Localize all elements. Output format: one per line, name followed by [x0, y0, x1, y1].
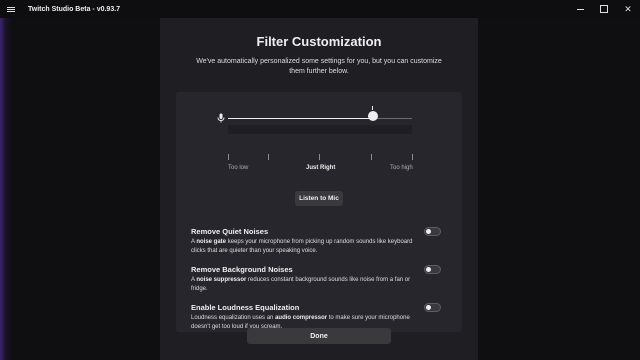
maximize-icon	[600, 5, 608, 13]
slider-tick	[228, 154, 229, 160]
slider-tick	[319, 154, 320, 160]
toggle-knob	[426, 305, 431, 310]
toggle-remove-background-noises[interactable]	[424, 265, 441, 274]
label-too-high: Too high	[390, 165, 413, 171]
slider-tick	[412, 154, 413, 160]
left-backdrop	[0, 18, 160, 360]
app-title: Twitch Studio Beta - v0.93.7	[28, 5, 121, 13]
title-bar: Twitch Studio Beta - v0.93.7 ✕	[0, 0, 640, 18]
option-remove-background-noises: Remove Background Noises A noise suppres…	[191, 265, 441, 294]
close-icon: ✕	[624, 3, 632, 14]
done-button[interactable]: Done	[247, 328, 391, 344]
option-title: Enable Loudness Equalization	[191, 303, 300, 312]
dialog-subtitle: We've automatically personalized some se…	[196, 58, 442, 75]
slider-tick	[268, 154, 269, 160]
option-description: A noise suppressor reduces constant back…	[191, 277, 411, 292]
toggle-knob	[426, 229, 431, 234]
microphone-icon	[217, 113, 225, 123]
window-controls: ✕	[568, 0, 640, 18]
slider-marker	[372, 106, 373, 110]
toggle-knob	[426, 267, 431, 272]
maximize-button[interactable]	[592, 0, 616, 18]
slider-band	[228, 125, 412, 134]
label-just-right: Just Right	[306, 165, 336, 171]
slider-thumb[interactable]	[368, 111, 379, 121]
settings-card: Too low Just Right Too high Listen to Mi…	[176, 92, 462, 332]
slider-fill	[228, 118, 374, 119]
mic-level-slider[interactable]	[228, 118, 412, 119]
minimize-icon	[576, 8, 584, 10]
option-remove-quiet-noises: Remove Quiet Noises A noise gate keeps y…	[191, 227, 441, 256]
option-description: A noise gate keeps your microphone from …	[191, 239, 413, 254]
label-too-low: Too low	[228, 165, 249, 171]
option-title: Remove Background Noises	[191, 265, 293, 274]
minimize-button[interactable]	[568, 0, 592, 18]
right-backdrop	[478, 18, 640, 360]
listen-to-mic-button[interactable]: Listen to Mic	[295, 191, 343, 206]
dialog-title: Filter Customization	[256, 34, 382, 49]
filter-customization-dialog: Filter Customization We've automatically…	[160, 18, 478, 360]
close-button[interactable]: ✕	[616, 0, 640, 18]
option-title: Remove Quiet Noises	[191, 227, 269, 236]
toggle-remove-quiet-noises[interactable]	[424, 227, 441, 236]
hamburger-menu-icon[interactable]	[0, 0, 22, 18]
toggle-enable-loudness-equalization[interactable]	[424, 303, 441, 312]
slider-tick	[371, 154, 372, 160]
